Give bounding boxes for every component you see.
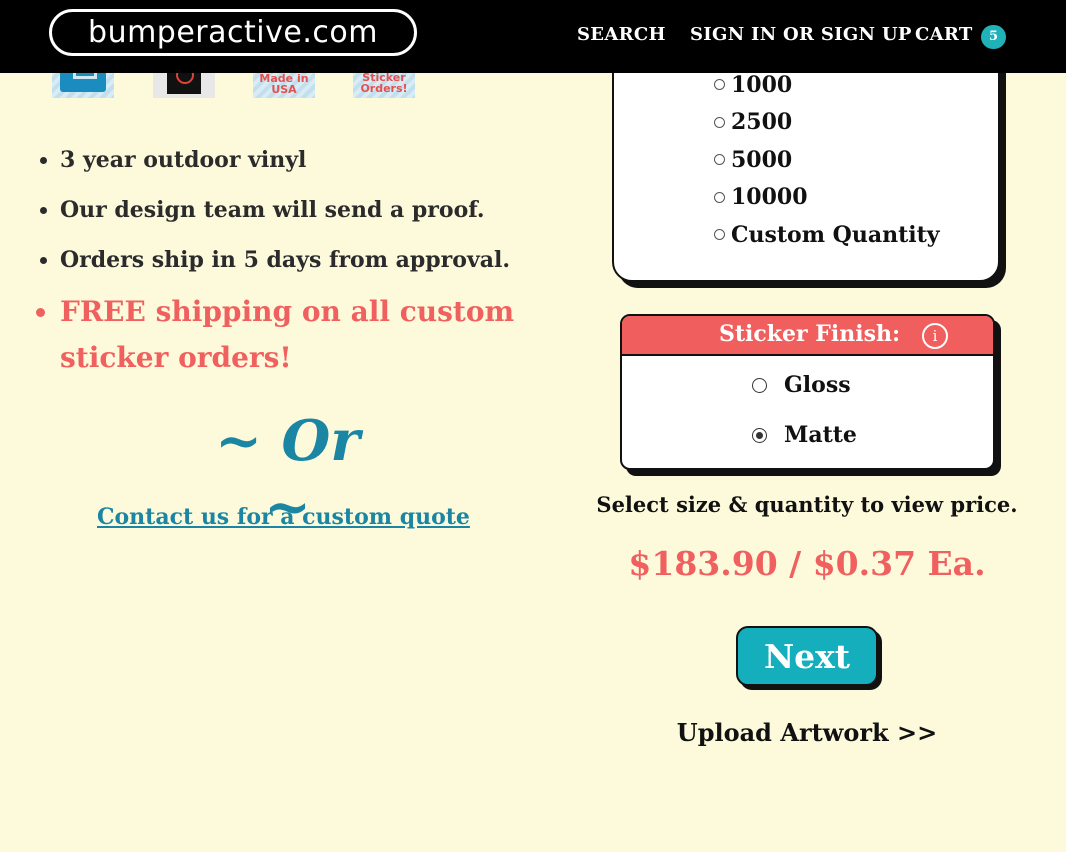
nav-search-link[interactable]: SEARCH <box>577 24 666 45</box>
quantity-label: Custom Quantity <box>731 221 940 248</box>
radio-button[interactable] <box>714 191 725 203</box>
free-shipping-promo: FREE shipping on all custom sticker orde… <box>60 289 560 381</box>
radio-button-selected[interactable] <box>752 427 767 443</box>
radio-button[interactable] <box>714 154 725 166</box>
quantity-label: 2500 <box>731 109 793 136</box>
radio-button[interactable] <box>752 377 767 393</box>
quantity-option[interactable]: 10000 <box>714 179 940 217</box>
price-display: $183.90 / $0.37 Ea. <box>628 544 986 583</box>
thumbnail-text: Made in USA <box>259 72 309 96</box>
info-icon[interactable]: i <box>922 323 948 349</box>
finish-label: Matte <box>784 422 857 448</box>
site-header: bumperactive.com SEARCH SIGN IN OR SIGN … <box>0 0 1066 73</box>
quantity-label: 10000 <box>731 184 808 211</box>
feature-item: 3 year outdoor vinyl <box>60 145 560 175</box>
next-button[interactable]: Next <box>736 626 878 686</box>
sticker-finish-panel: Sticker Finish: i Gloss Matte <box>620 314 995 470</box>
finish-panel-title: Sticker Finish: <box>719 321 901 347</box>
quantity-options: 1000 2500 5000 10000 Custom Quantity <box>714 66 940 254</box>
radio-button[interactable] <box>714 229 725 241</box>
finish-panel-header: Sticker Finish: i <box>622 316 993 356</box>
nav-sign-in-link[interactable]: SIGN IN OR SIGN UP <box>690 24 912 45</box>
site-logo[interactable]: bumperactive.com <box>49 9 417 56</box>
quantity-option[interactable]: Custom Quantity <box>714 216 940 254</box>
nav-cart-link[interactable]: CART <box>915 24 973 45</box>
quantity-option[interactable]: 5000 <box>714 141 940 179</box>
thumbnail-text: Sticker Orders! <box>360 71 408 95</box>
finish-option-matte[interactable]: Matte <box>752 422 857 448</box>
radio-button[interactable] <box>714 79 725 91</box>
quantity-option[interactable]: 2500 <box>714 104 940 142</box>
radio-button[interactable] <box>714 116 725 128</box>
finish-option-gloss[interactable]: Gloss <box>752 372 851 398</box>
quantity-label: 5000 <box>731 146 793 173</box>
quantity-label: 1000 <box>731 71 793 98</box>
custom-quote-link[interactable]: Contact us for a custom quote <box>97 504 470 530</box>
price-hint: Select size & quantity to view price. <box>596 492 1018 517</box>
finish-label: Gloss <box>784 372 851 398</box>
feature-item: Our design team will send a proof. <box>60 195 560 225</box>
upload-artwork-link[interactable]: Upload Artwork >> <box>583 718 1031 747</box>
feature-list: 3 year outdoor vinyl Our design team wil… <box>30 145 560 401</box>
feature-item: Orders ship in 5 days from approval. <box>60 245 560 275</box>
cart-count-badge[interactable]: 5 <box>981 25 1006 49</box>
